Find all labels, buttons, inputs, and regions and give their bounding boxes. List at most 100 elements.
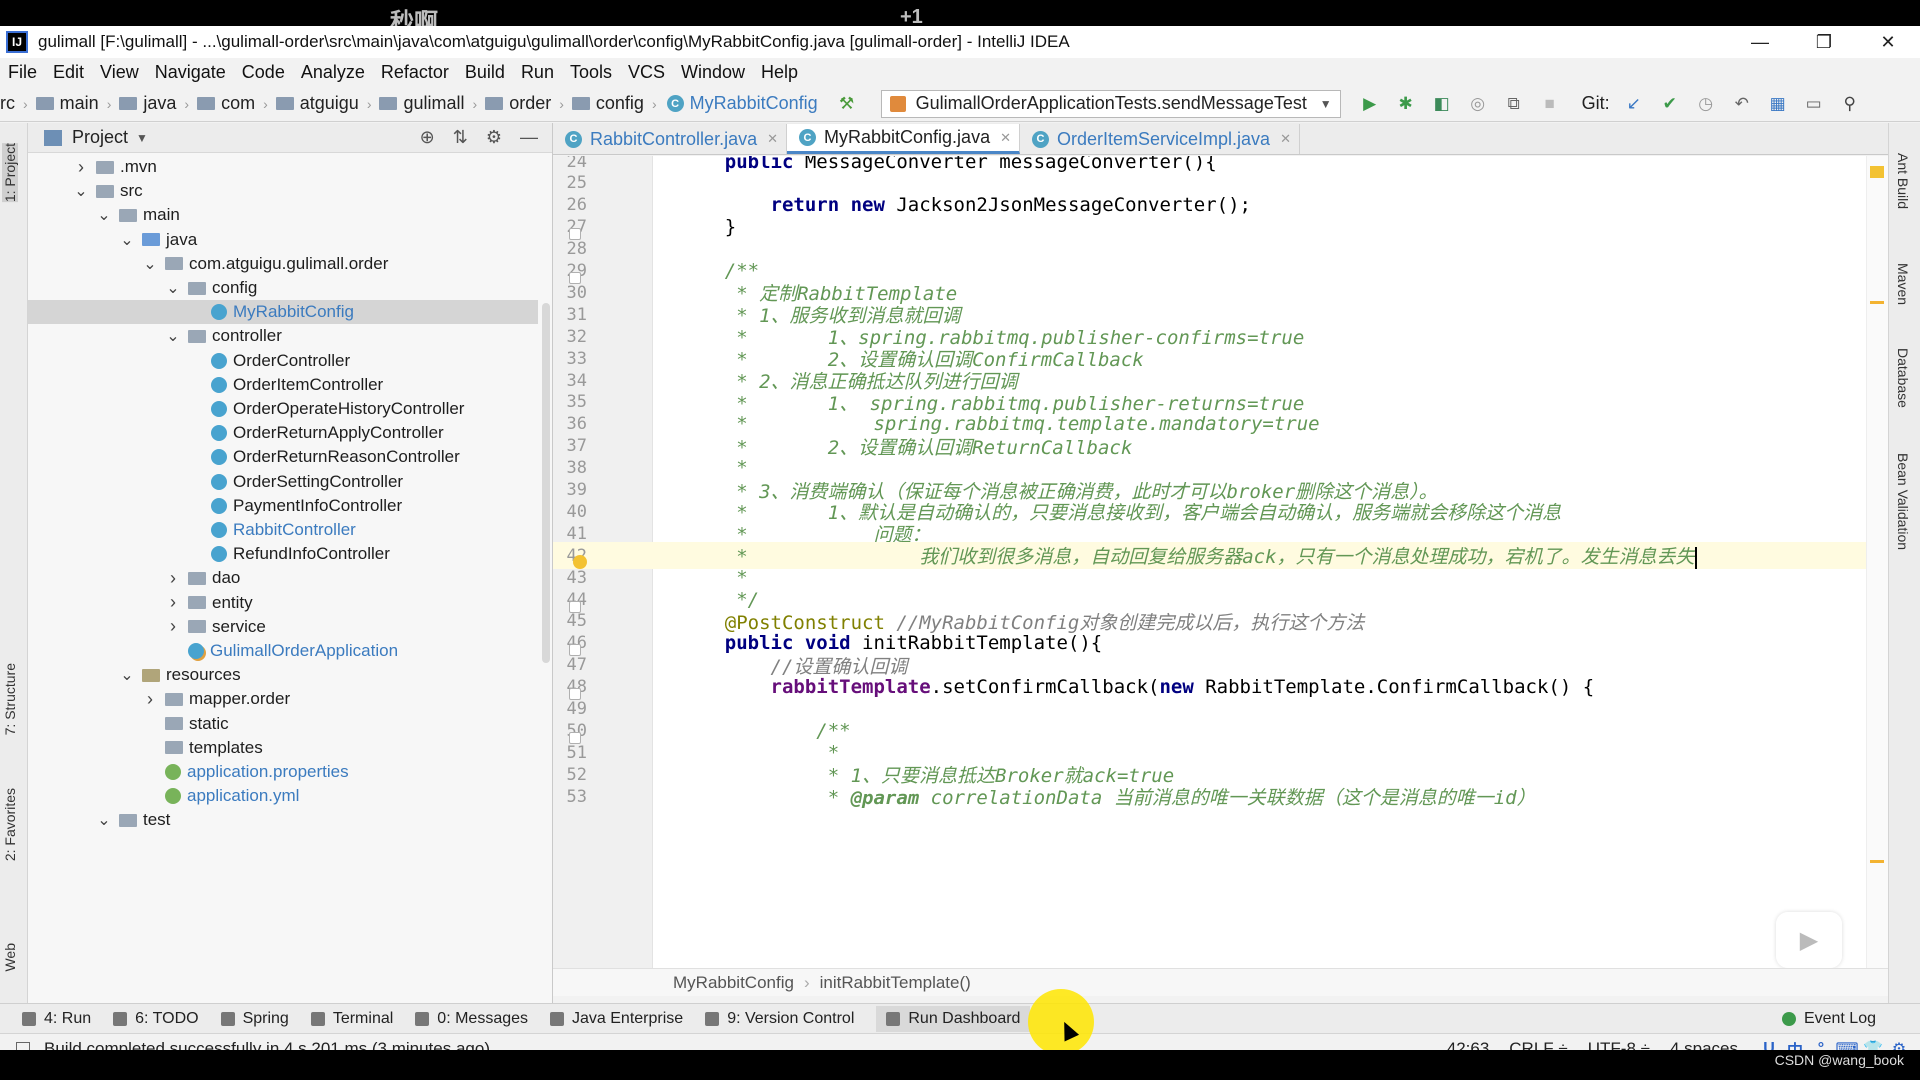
tree-item-refundinfocontroller[interactable]: RefundInfoController (28, 542, 538, 566)
tree-item-dao[interactable]: › dao (28, 566, 538, 590)
tree-item-ordersettingcontroller[interactable]: OrderSettingController (28, 470, 538, 494)
marker[interactable] (1870, 301, 1884, 304)
tree-item-application-yml[interactable]: application.yml (28, 784, 538, 808)
menu-refactor[interactable]: Refactor (373, 62, 457, 83)
git-update-icon[interactable]: ↙ (1623, 93, 1645, 115)
tree-item-paymentinfocontroller[interactable]: PaymentInfoController (28, 494, 538, 518)
chevron-down-icon[interactable]: ⌄ (74, 181, 88, 201)
tree-item-gulimallorderapplication[interactable]: GulimallOrderApplication (28, 639, 538, 663)
build-hammer-icon[interactable]: ⚒ (836, 93, 858, 115)
menu-tools[interactable]: Tools (562, 62, 620, 83)
coverage-icon[interactable]: ◧ (1431, 93, 1453, 115)
tab-myrabbitconfig-java[interactable]: C MyRabbitConfig.java ✕ (787, 124, 1020, 154)
tree-item-src[interactable]: ⌄ src (28, 179, 538, 203)
tree-item-orderreturnapplycontroller[interactable]: OrderReturnApplyController (28, 421, 538, 445)
tool-window-spring[interactable]: Spring (220, 1010, 289, 1028)
restore-button[interactable]: ❐ (1792, 26, 1856, 58)
tree-item-orderitemcontroller[interactable]: OrderItemController (28, 373, 538, 397)
code-editor[interactable]: 24 public MessageConverter messageConver… (553, 156, 1888, 968)
tab-database[interactable]: Database (1895, 348, 1911, 408)
run-configuration-select[interactable]: GulimallOrderApplicationTests.sendMessag… (880, 89, 1341, 118)
tree-item-orderreturnreasoncontroller[interactable]: OrderReturnReasonController (28, 445, 538, 469)
nav-crumb-com[interactable]: com › (189, 93, 268, 114)
nav-crumb-config[interactable]: config › (564, 93, 657, 114)
tree-item-java[interactable]: ⌄ java (28, 228, 538, 252)
editor-crumb-myrabbitconfig[interactable]: MyRabbitConfig (673, 973, 794, 993)
tree-item-test[interactable]: ⌄ test (28, 808, 538, 832)
menu-navigate[interactable]: Navigate (147, 62, 234, 83)
tool-window-0-messages[interactable]: 0: Messages (415, 1010, 528, 1028)
ime-icon[interactable]: 👕 (1862, 1038, 1884, 1051)
tool-window-4-run[interactable]: 4: Run (22, 1010, 91, 1028)
git-history-icon[interactable]: ◷ (1695, 93, 1717, 115)
tab-ant-build[interactable]: Ant Build (1895, 153, 1911, 209)
chevron-down-icon[interactable]: ▼ (136, 131, 148, 145)
tree-item-config[interactable]: ⌄ config (28, 276, 538, 300)
git-commit-icon[interactable]: ✔ (1659, 93, 1681, 115)
close-button[interactable]: ✕ (1856, 26, 1920, 58)
chevron-down-icon[interactable]: ⌄ (166, 278, 180, 298)
marker[interactable] (1870, 860, 1884, 863)
menu-window[interactable]: Window (673, 62, 753, 83)
stop-icon[interactable]: ■ (1539, 93, 1561, 115)
close-icon[interactable]: ✕ (1000, 130, 1011, 146)
chevron-right-icon[interactable]: › (166, 568, 180, 589)
attach-icon[interactable]: ⧉ (1503, 93, 1525, 115)
editor-crumb-initrabbittemplate[interactable]: initRabbitTemplate() (820, 973, 971, 993)
tree-item-controller[interactable]: ⌄ controller (28, 324, 538, 348)
nav-crumb-main[interactable]: main › (28, 93, 111, 114)
ime-icon[interactable]: ° (1810, 1038, 1832, 1051)
menu-run[interactable]: Run (513, 62, 562, 83)
tree-item-com-atguigu-gulimall-order[interactable]: ⌄ com.atguigu.gulimall.order (28, 252, 538, 276)
tree-item-resources[interactable]: ⌄ resources (28, 663, 538, 687)
tree-item-mvn[interactable]: › .mvn (28, 155, 538, 179)
search-icon[interactable]: ⚲ (1839, 93, 1861, 115)
tool-window-6-todo[interactable]: 6: TODO (113, 1010, 199, 1028)
menu-file[interactable]: File (0, 62, 45, 83)
chevron-right-icon[interactable]: › (166, 616, 180, 637)
warning-marker[interactable] (1870, 166, 1884, 178)
tab-web-tool[interactable]: Web (2, 943, 18, 972)
tree-item-static[interactable]: static (28, 712, 538, 736)
menu-build[interactable]: Build (457, 62, 513, 83)
chevron-down-icon[interactable]: ⌄ (120, 665, 134, 685)
tree-item-ordercontroller[interactable]: OrderController (28, 349, 538, 373)
chevron-right-icon[interactable]: › (74, 157, 88, 178)
gear-icon[interactable]: ⚙ (486, 127, 502, 148)
nav-crumb-rc[interactable]: rc › (0, 93, 28, 114)
ime-icon[interactable]: ⚙ (1888, 1038, 1910, 1051)
nav-crumb-java[interactable]: java › (111, 93, 189, 114)
indent-setting[interactable]: 4 spaces (1670, 1039, 1738, 1051)
chevron-down-icon[interactable]: ⌄ (143, 254, 157, 274)
tab-orderitemserviceimpl-java[interactable]: C OrderItemServiceImpl.java ✕ (1020, 124, 1300, 154)
play-icon[interactable]: ▶ (1776, 912, 1842, 968)
project-scrollbar[interactable] (542, 303, 550, 663)
nav-crumb-gulimall[interactable]: gulimall › (371, 93, 477, 114)
profile-icon[interactable]: ◎ (1467, 93, 1489, 115)
tab-rabbitcontroller-java[interactable]: C RabbitController.java ✕ (553, 124, 787, 154)
tab-bean-validation[interactable]: Bean Validation (1895, 453, 1911, 550)
locate-icon[interactable]: ⊕ (420, 127, 435, 148)
caret-position[interactable]: 42:63 (1447, 1039, 1490, 1051)
hide-icon[interactable]: — (520, 127, 538, 148)
ime-icon[interactable]: 中 (1784, 1038, 1806, 1051)
menu-analyze[interactable]: Analyze (293, 62, 373, 83)
tab-maven[interactable]: Maven (1895, 263, 1911, 305)
tree-item-main[interactable]: ⌄ main (28, 203, 538, 227)
project-structure-icon[interactable]: ▦ (1767, 93, 1789, 115)
tree-item-templates[interactable]: templates (28, 736, 538, 760)
event-log-button[interactable]: Event Log (1781, 1010, 1876, 1028)
menu-code[interactable]: Code (234, 62, 293, 83)
tree-item-service[interactable]: › service (28, 615, 538, 639)
tree-item-mapper-order[interactable]: › mapper.order (28, 687, 538, 711)
menu-help[interactable]: Help (753, 62, 806, 83)
menu-edit[interactable]: Edit (45, 62, 92, 83)
tree-item-rabbitcontroller[interactable]: RabbitController (28, 518, 538, 542)
close-icon[interactable]: ✕ (1280, 131, 1291, 147)
debug-icon[interactable]: ✱ (1395, 93, 1417, 115)
collapse-all-icon[interactable]: ⇅ (453, 127, 468, 148)
chevron-down-icon[interactable]: ⌄ (97, 205, 111, 225)
tree-item-myrabbitconfig[interactable]: MyRabbitConfig (28, 300, 538, 325)
line-separator[interactable]: CRLF ÷ (1509, 1039, 1567, 1051)
chevron-down-icon[interactable]: ⌄ (120, 230, 134, 250)
